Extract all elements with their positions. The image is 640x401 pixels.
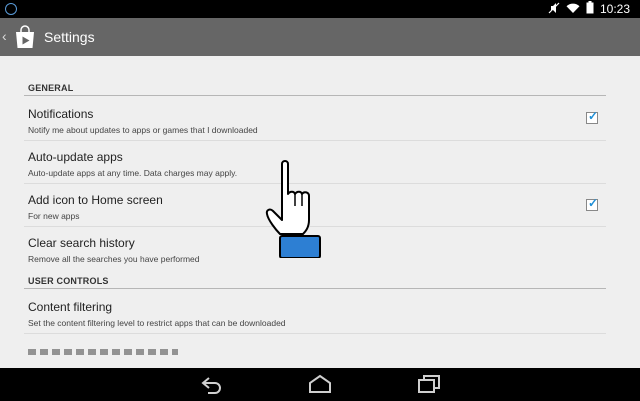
back-chevron-icon[interactable]: ‹: [2, 28, 7, 44]
setting-subtitle: Set the content filtering level to restr…: [28, 318, 286, 328]
pointing-hand-icon: [265, 160, 321, 258]
list-divider: [24, 333, 606, 334]
clipped-setting-title: [28, 349, 178, 355]
setting-partially-hidden[interactable]: [28, 341, 606, 355]
setting-title: Notifications: [28, 107, 94, 121]
notification-icon: [5, 3, 17, 15]
checkmark-icon: ✓: [588, 109, 599, 123]
setting-notifications[interactable]: Notifications Notify me about updates to…: [28, 107, 606, 135]
battery-icon: [586, 1, 594, 17]
checkmark-icon: ✓: [588, 196, 599, 210]
status-icons: 10:23: [548, 1, 630, 17]
navigation-bar: [0, 368, 640, 401]
setting-content-filtering[interactable]: Content filtering Set the content filter…: [28, 300, 606, 328]
play-store-logo[interactable]: [12, 24, 38, 50]
list-divider: [24, 140, 606, 141]
setting-subtitle: Notify me about updates to apps or games…: [28, 125, 258, 135]
clock: 10:23: [599, 2, 630, 16]
setting-title: Content filtering: [28, 300, 113, 314]
section-divider: [24, 95, 606, 96]
page-title: Settings: [44, 29, 95, 45]
notifications-checkbox[interactable]: ✓: [586, 109, 599, 124]
wifi-icon: [566, 2, 580, 17]
section-header-user-controls: USER CONTROLS: [28, 276, 109, 286]
add-icon-checkbox[interactable]: ✓: [586, 196, 599, 211]
mute-icon: [548, 2, 560, 17]
recents-icon[interactable]: [417, 374, 441, 394]
section-header-general: GENERAL: [28, 83, 74, 93]
action-bar: ‹ Settings: [0, 18, 640, 56]
back-icon[interactable]: [200, 374, 224, 394]
section-divider: [24, 288, 606, 289]
home-icon[interactable]: [307, 374, 333, 394]
status-bar: 10:23: [0, 0, 640, 18]
